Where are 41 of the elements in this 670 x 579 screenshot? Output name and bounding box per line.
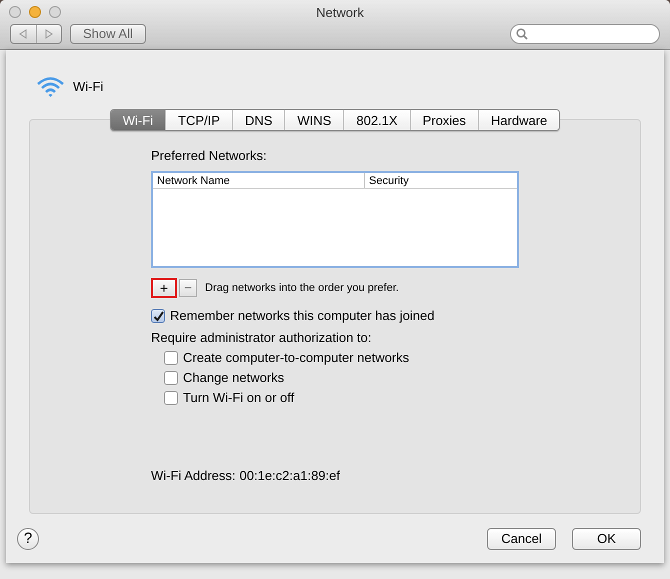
window-title: Network: [315, 4, 365, 22]
tab[interactable]: WINS: [284, 110, 344, 130]
checkbox[interactable]: [151, 309, 165, 323]
add-button[interactable]: +: [151, 278, 177, 298]
remove-button[interactable]: −: [179, 279, 197, 297]
tab[interactable]: DNS: [232, 110, 284, 130]
help-button[interactable]: ?: [17, 528, 39, 550]
column-header[interactable]: Security: [365, 173, 517, 188]
column-header[interactable]: Network Name: [153, 173, 365, 188]
minimize-window-icon[interactable]: [29, 6, 41, 18]
checkbox-label: Remember networks this computer has joined: [170, 307, 434, 325]
checkmark-icon: [152, 310, 164, 322]
back-icon[interactable]: [19, 29, 28, 39]
tab[interactable]: TCP/IP: [165, 110, 232, 130]
tab[interactable]: Proxies: [410, 110, 478, 130]
checkbox[interactable]: [164, 351, 178, 365]
checkbox[interactable]: [164, 391, 178, 405]
address-value: 00:1e:c2:a1:89:ef: [240, 467, 340, 485]
checkbox-label: Turn Wi-Fi on or off: [183, 389, 294, 407]
back-forward-control[interactable]: [10, 24, 62, 44]
checkbox[interactable]: [164, 371, 178, 385]
cancel-button[interactable]: Cancel: [487, 528, 556, 550]
tab[interactable]: 802.1X: [343, 110, 410, 130]
zoom-window-icon[interactable]: [49, 6, 61, 18]
checkbox-label: Create computer-to-computer networks: [183, 349, 410, 367]
wifi-icon: [36, 76, 65, 98]
preferred-networks-label: Preferred Networks:: [151, 147, 268, 165]
address-label: Wi-Fi Address:: [151, 467, 236, 485]
networks-table[interactable]: Network Name Security: [151, 171, 519, 268]
drag-hint: Drag networks into the order you prefer.: [205, 280, 399, 296]
ok-button[interactable]: OK: [572, 528, 641, 550]
show-all-button[interactable]: Show All: [70, 24, 146, 44]
search-field[interactable]: [510, 24, 660, 44]
require-label: Require administrator authorization to:: [151, 329, 372, 347]
checkbox-label: Change networks: [183, 369, 284, 387]
tab[interactable]: Wi-Fi: [110, 110, 166, 130]
service-name: Wi-Fi: [73, 78, 104, 96]
close-window-icon[interactable]: [9, 6, 21, 18]
search-icon: [516, 28, 528, 40]
tab[interactable]: Hardware: [478, 110, 560, 130]
forward-icon[interactable]: [44, 29, 53, 39]
